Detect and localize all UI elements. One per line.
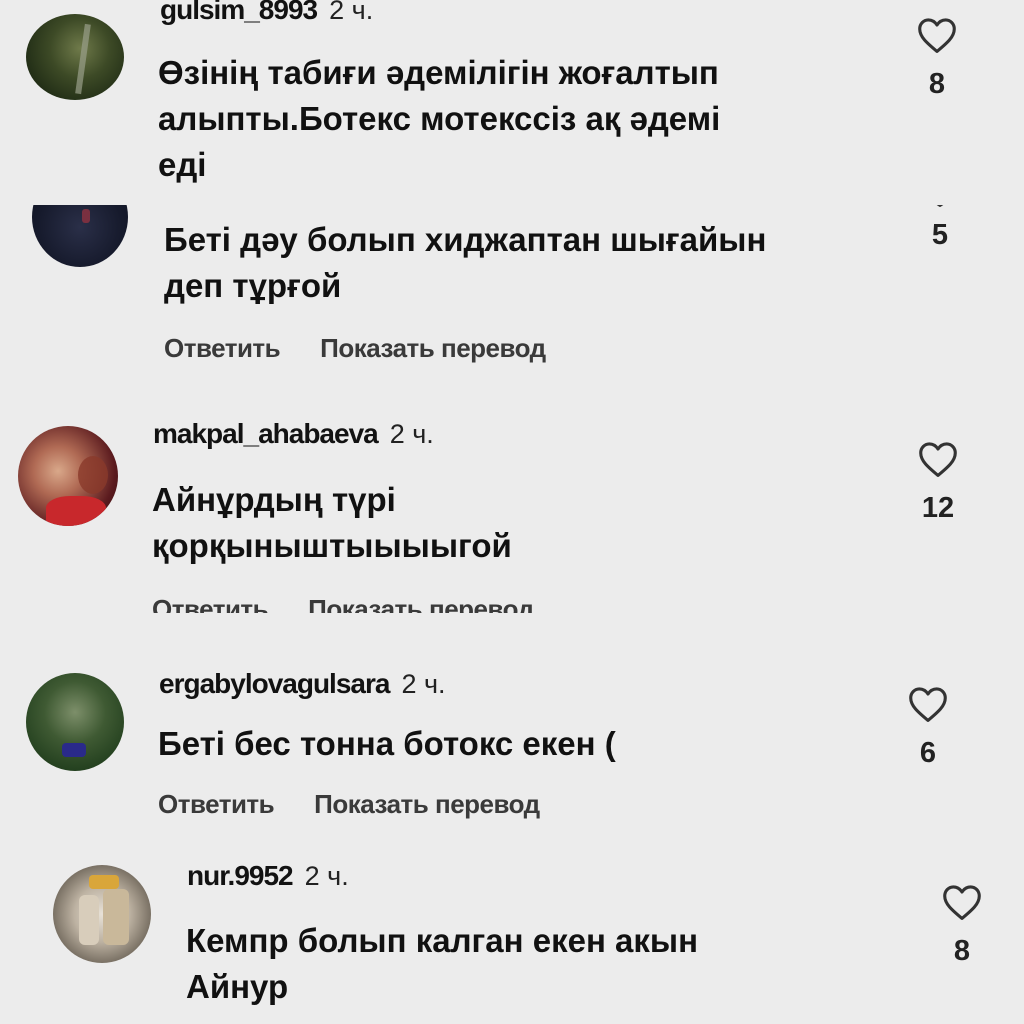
comment-actions: Ответить Показать перевод	[152, 594, 534, 613]
show-translation-button[interactable]: Показать перевод	[308, 594, 534, 613]
like-count: 6	[919, 737, 937, 769]
avatar[interactable]	[32, 205, 128, 267]
comment-header: ergabylovagulsara 2 ч.	[159, 668, 446, 700]
comment-text: Айнұрдың түрі қорқыныштыыыыгой	[152, 481, 512, 564]
like-control: 8	[907, 16, 967, 101]
username[interactable]: gulsim_8993	[160, 0, 318, 25]
heart-outline-icon[interactable]	[916, 16, 958, 54]
avatar[interactable]	[53, 865, 151, 963]
username[interactable]: ergabylovagulsara	[159, 668, 390, 699]
username[interactable]: nur.9952	[187, 860, 294, 891]
avatar[interactable]	[26, 14, 124, 100]
comment-text: Кемпр болып калган екен акын Айнур	[186, 922, 699, 1005]
reply-item: nur.9952 2 ч. Кемпр болып калган екен акы…	[0, 845, 1024, 1024]
comments-screen: gulsim_8993 2 ч. Өзінің табиғи әдемілігін…	[0, 0, 1024, 1024]
like-control: 6	[898, 685, 958, 770]
avatar[interactable]	[26, 673, 124, 771]
timestamp: 2 ч.	[401, 669, 446, 699]
reply-button[interactable]: Ответить	[164, 333, 281, 363]
comment-text: Беті бес тонна ботокс екен (	[158, 725, 616, 762]
comment-text: Өзінің табиғи әдемілігін жоғалтып алыпты…	[158, 54, 721, 183]
reply-button[interactable]: Ответить	[158, 789, 275, 819]
comment-actions: Ответить Показать перевод	[158, 789, 540, 820]
reply-button[interactable]: Ответить	[152, 594, 269, 613]
comment-item: ergabylovagulsara 2 ч. Беті бес тонна бот…	[0, 655, 1024, 820]
comment-text: Беті дәу болып хиджаптан шығайын деп тұр…	[164, 221, 767, 304]
comment-header: nur.9952 2 ч.	[187, 860, 349, 892]
heart-outline-icon[interactable]	[907, 685, 949, 723]
like-count: 12	[921, 492, 955, 524]
like-control: 5	[910, 205, 970, 252]
like-count: 8	[953, 935, 971, 967]
comment-item: makpal_ahabaeva 2 ч. Айнұрдың түрі қорқын…	[0, 410, 1024, 613]
comment-header: makpal_ahabaeva 2 ч.	[153, 418, 434, 450]
show-translation-button[interactable]: Показать перевод	[314, 789, 540, 819]
timestamp: 2 ч.	[389, 419, 434, 449]
like-control: 12	[908, 440, 968, 525]
comment-actions: Ответить Показать перевод	[164, 333, 546, 364]
comment-header: gulsim_8993 2 ч.	[160, 0, 373, 26]
comment-item: gulsim_8993 2 ч. Өзінің табиғи әдемілігін…	[0, 0, 1024, 200]
like-count: 8	[928, 68, 946, 100]
username[interactable]: makpal_ahabaeva	[153, 418, 379, 449]
timestamp: 2 ч.	[304, 861, 349, 891]
heart-outline-icon[interactable]	[917, 440, 959, 478]
heart-outline-icon[interactable]	[941, 883, 983, 921]
comment-item: Беті дәу болып хиджаптан шығайын деп тұр…	[0, 205, 1024, 385]
heart-outline-icon[interactable]	[919, 205, 961, 209]
like-control: 8	[932, 883, 992, 968]
show-translation-button[interactable]: Показать перевод	[320, 333, 546, 363]
avatar[interactable]	[18, 426, 118, 526]
timestamp: 2 ч.	[329, 0, 374, 25]
like-count: 5	[931, 219, 949, 251]
